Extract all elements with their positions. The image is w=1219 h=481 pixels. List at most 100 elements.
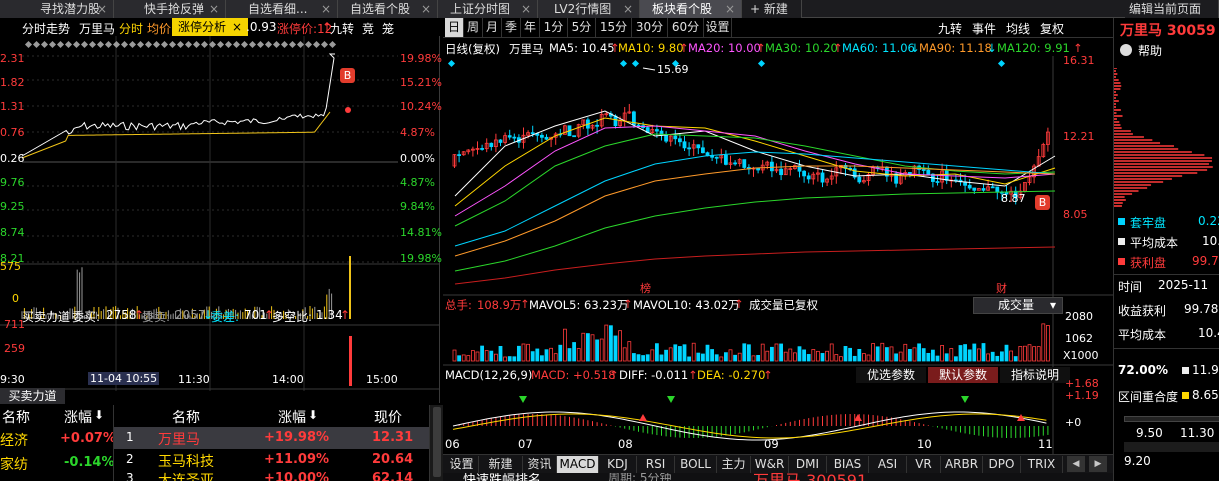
intraday-chart[interactable]	[0, 36, 440, 403]
tab-sector-stock[interactable]: 板块看个股 ×	[640, 0, 742, 18]
period-tab[interactable]: 季	[502, 18, 521, 37]
close-icon[interactable]: ×	[623, 0, 633, 18]
indicator-help-button[interactable]: 指标说明	[1000, 367, 1070, 383]
indicator-tab[interactable]: TRIX	[1021, 456, 1063, 473]
indicator-tab[interactable]: ARBR	[941, 456, 983, 473]
scroll-thumb[interactable]	[433, 407, 441, 477]
candle-body	[654, 129, 659, 132]
diamond-marker	[64, 40, 73, 49]
tab-edit-page[interactable]: 编辑当前页面	[1125, 0, 1219, 18]
volume-bar	[898, 351, 903, 362]
volume-bar	[645, 354, 650, 362]
scroll-left-icon[interactable]: ◀	[1067, 456, 1085, 472]
tab-sh-intraday[interactable]: 上证分时图 ×	[438, 0, 538, 18]
preferred-params-button[interactable]: 优选参数	[856, 367, 926, 383]
period-tab[interactable]: 30分	[632, 18, 668, 37]
tab-watchlist-detail[interactable]: 自选看细... ×	[226, 0, 338, 18]
close-icon[interactable]: ×	[521, 0, 531, 18]
table-row[interactable]: 3 大连圣亚 +10.00% 62.14	[114, 471, 430, 481]
volume-bar	[728, 349, 733, 362]
auction-button[interactable]: 竞	[362, 20, 374, 37]
tab-watchlist-stock[interactable]: 自选看个股 ×	[338, 0, 438, 18]
tab-lv2[interactable]: LV2行情图 ×	[538, 0, 640, 18]
period-tab[interactable]: 15分	[596, 18, 632, 37]
indicator-tab[interactable]: 设置	[445, 456, 479, 473]
indicator-tab[interactable]: ASI	[869, 456, 907, 473]
adjust-menu[interactable]: 复权	[1040, 20, 1064, 37]
indicator-tab[interactable]: MACD	[557, 456, 599, 473]
high-pointer	[642, 67, 656, 71]
limit-analysis-button[interactable]: 涨停分析 ×	[172, 18, 248, 36]
table-row[interactable]: 1 万里马 +19.98% 12.31	[114, 427, 430, 449]
indicator-tab[interactable]: RSI	[637, 456, 675, 473]
period-tab[interactable]: 日	[445, 18, 464, 37]
period-tab[interactable]: 5分	[568, 18, 596, 37]
indicator-tab[interactable]: VR	[907, 456, 941, 473]
default-params-button[interactable]: 默认参数	[928, 367, 998, 383]
indicator-tab[interactable]: 资讯	[523, 456, 557, 473]
close-icon[interactable]: ×	[97, 0, 107, 18]
volume-bar	[691, 342, 696, 362]
volume-bar	[677, 346, 682, 362]
avg-toggle[interactable]: 均价	[147, 20, 171, 37]
indicator-tab[interactable]: W&R	[751, 456, 789, 473]
volume-bar	[687, 356, 692, 362]
event-menu[interactable]: 事件	[972, 20, 996, 37]
scroll-right-icon[interactable]: ▶	[1089, 456, 1107, 472]
nine-turn-button[interactable]: 九转	[330, 20, 354, 37]
tab-quick-rebound[interactable]: 快手抢反弹 ×	[114, 0, 226, 18]
period-tab[interactable]: 设置	[704, 18, 732, 37]
indicator-tab[interactable]: DMI	[789, 456, 827, 473]
volume-bar	[894, 353, 899, 362]
volume-bar	[737, 352, 742, 362]
fenshi-toggle[interactable]: 分时	[119, 20, 143, 37]
close-icon[interactable]: ×	[209, 0, 219, 18]
close-icon[interactable]: ×	[421, 0, 431, 18]
close-icon[interactable]: ×	[232, 20, 242, 34]
indicator-tab[interactable]: BIAS	[827, 456, 869, 473]
volume-bar	[1004, 344, 1009, 362]
kline-chart[interactable]	[443, 56, 1113, 476]
help-button[interactable]: 帮助	[1120, 42, 1180, 58]
ma-menu[interactable]: 均线	[1006, 20, 1030, 37]
range-slider[interactable]	[1124, 416, 1219, 422]
scrollbar[interactable]	[429, 405, 443, 481]
candle-body	[677, 138, 682, 143]
indicator-tab[interactable]: 主力	[717, 456, 751, 473]
period-tab[interactable]: 年	[521, 18, 540, 37]
close-icon[interactable]: ×	[725, 0, 735, 18]
force-button[interactable]: 买卖力道	[0, 388, 65, 404]
table-row[interactable]: 2 玉马科技 +11.09% 20.64	[114, 450, 430, 470]
cage-button[interactable]: 笼	[382, 20, 394, 37]
candle-body	[507, 135, 512, 138]
list-item[interactable]: 经济 +0.07%	[0, 429, 116, 449]
range-track[interactable]	[1124, 442, 1219, 452]
indicator-tab[interactable]: 新建	[479, 456, 523, 473]
volume-bar	[940, 345, 945, 362]
period-tab[interactable]: 月	[483, 18, 502, 37]
force-header: 买卖力道 委买: 2758 ↑ 委卖: 2057 ↓ 委差: 701 ↑ 多空比…	[22, 308, 351, 324]
period-tab[interactable]: 60分	[668, 18, 704, 37]
indicator-tab[interactable]: DPO	[983, 456, 1021, 473]
tab-find-potential[interactable]: 寻找潜力股 ×	[0, 0, 114, 18]
new-tab-button[interactable]: + 新建	[742, 0, 802, 18]
candle-body	[696, 144, 701, 149]
cai-marker: 财	[996, 282, 1007, 295]
sort-arrow-icon[interactable]: ⬇	[94, 408, 104, 422]
event-marker	[631, 59, 640, 68]
volume-bar	[558, 344, 563, 362]
close-icon[interactable]: ×	[321, 0, 331, 18]
volume-bar	[604, 324, 609, 362]
volume-bar	[820, 353, 825, 362]
period-tab[interactable]: 1分	[540, 18, 568, 37]
list-item[interactable]: 家纺 -0.14%	[0, 453, 115, 473]
volume-dropdown[interactable]: 成交量 ▾	[973, 297, 1063, 314]
indicator-tab[interactable]: BOLL	[675, 456, 717, 473]
period-tab[interactable]: 周	[464, 18, 483, 37]
volume-bar	[526, 343, 530, 362]
diamond-marker	[288, 40, 297, 49]
hot-rank-strip: 快速跌幅排名 周期: 5分钟 万里马 300591	[443, 473, 1113, 481]
nine-turn-menu[interactable]: 九转	[938, 20, 962, 37]
indicator-tab[interactable]: KDJ	[599, 456, 637, 473]
sort-arrow-icon[interactable]: ⬇	[308, 408, 318, 422]
